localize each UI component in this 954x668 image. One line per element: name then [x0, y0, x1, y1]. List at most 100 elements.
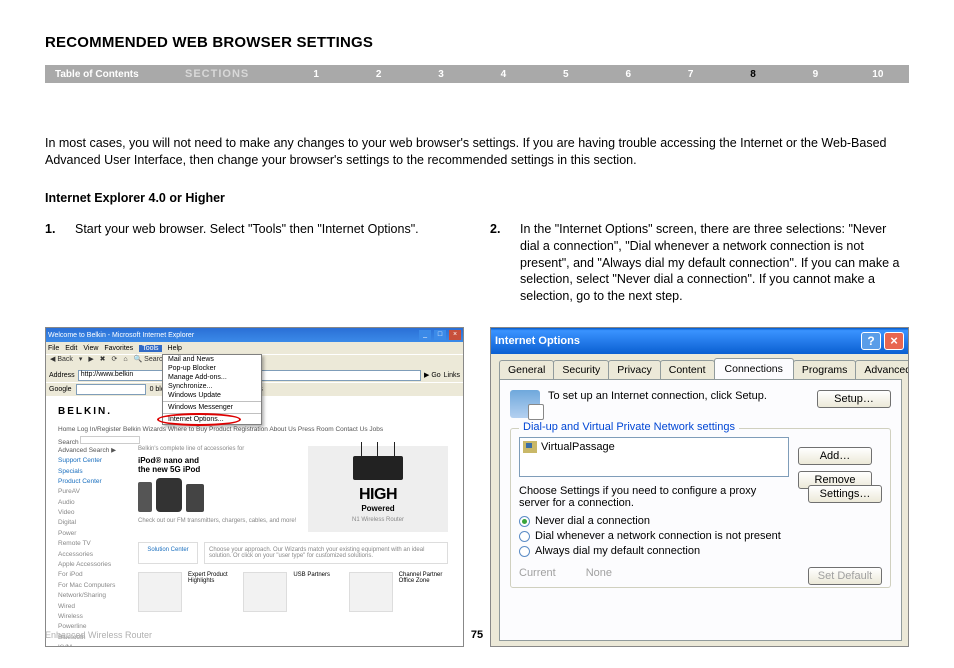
section-link-6[interactable]: 6 [597, 69, 659, 80]
close-button-icon[interactable]: × [884, 332, 904, 350]
section-link-5[interactable]: 5 [535, 69, 597, 80]
router-icon [353, 456, 403, 480]
minimize-icon[interactable]: _ [419, 330, 431, 340]
section-link-2[interactable]: 2 [347, 69, 409, 80]
sidebar-cat[interactable]: Audio [58, 498, 130, 508]
tools-item-update[interactable]: Windows Update [163, 391, 261, 400]
radio-icon [519, 546, 530, 557]
vpn-listbox[interactable]: VirtualPassage [519, 437, 789, 477]
bottom-tile[interactable] [349, 572, 393, 612]
belkin-search-input[interactable] [80, 436, 140, 444]
radio-dial-when-no-network[interactable]: Dial whenever a network connection is no… [519, 530, 882, 542]
sidebar-cat[interactable]: Apple Accessories [58, 560, 130, 570]
toc-link[interactable]: Table of Contents [45, 69, 185, 80]
google-search-input[interactable] [76, 384, 146, 395]
section-numbers: 1 2 3 4 5 6 7 8 9 10 [285, 69, 909, 80]
links-label[interactable]: Links [444, 372, 460, 379]
ie-titlebar: Welcome to Belkin - Microsoft Internet E… [46, 328, 463, 342]
menu-help[interactable]: Help [168, 345, 182, 352]
belkin-search-row: Search Advanced Search ▶ [58, 436, 140, 454]
menu-edit[interactable]: Edit [65, 345, 77, 352]
bottom-tile[interactable] [138, 572, 182, 612]
sidebar-cat[interactable]: Remote TV [58, 539, 130, 549]
sidebar-cat[interactable]: PureAV [58, 487, 130, 497]
menu-file[interactable]: File [48, 345, 59, 352]
home-button[interactable]: ⌂ [123, 356, 127, 363]
sidebar-cat[interactable]: KVM [58, 643, 130, 647]
step-1: 1. Start your web browser. Select "Tools… [45, 221, 464, 238]
setup-button[interactable]: Setup… [817, 390, 891, 408]
section-link-9[interactable]: 9 [784, 69, 846, 80]
tab-privacy[interactable]: Privacy [608, 360, 660, 379]
forward-button[interactable]: ▶ [88, 356, 93, 363]
tab-advanced[interactable]: Advanced [855, 360, 909, 379]
refresh-button[interactable]: ⟳ [111, 356, 117, 363]
tab-programs[interactable]: Programs [793, 360, 857, 379]
belkin-top-nav: Home Log In/Register Belkin Wizards Wher… [58, 426, 383, 433]
tab-general[interactable]: General [499, 360, 554, 379]
tools-item-internet-options[interactable]: Internet Options... [163, 415, 261, 424]
sidebar-cat[interactable]: Power [58, 529, 130, 539]
advanced-search-link[interactable]: Advanced Search ▶ [58, 447, 116, 454]
sidebar-product-center[interactable]: Product Center [58, 477, 130, 487]
step-2-text: In the "Internet Options" screen, there … [520, 221, 909, 305]
add-button[interactable]: Add… [798, 447, 872, 465]
bottom-tile[interactable] [243, 572, 287, 612]
belkin-webpage: BELKIN. Home Log In/Register Belkin Wiza… [46, 396, 463, 647]
step-2-num: 2. [490, 221, 506, 305]
tab-connections[interactable]: Connections [714, 358, 794, 379]
sidebar-cat[interactable]: Digital [58, 518, 130, 528]
screenshot-internet-options-dialog: Internet Options ? × General Security Pr… [490, 327, 909, 647]
solution-center-label[interactable]: Solution Center [138, 542, 198, 564]
address-label: Address [49, 372, 75, 379]
settings-button[interactable]: Settings… [808, 485, 882, 503]
close-icon[interactable]: × [449, 330, 461, 340]
window-buttons: _ □ × [418, 330, 461, 340]
dialog-title: Internet Options [495, 335, 580, 347]
ie-window-title: Welcome to Belkin - Microsoft Internet E… [48, 332, 194, 339]
help-button-icon[interactable]: ? [861, 332, 881, 350]
tools-dropdown-menu: Mail and News Pop-up Blocker Manage Add-… [162, 354, 262, 425]
menu-tools[interactable]: Tools [139, 345, 161, 352]
menu-view[interactable]: View [83, 345, 98, 352]
tools-item-messenger[interactable]: Windows Messenger [163, 403, 261, 412]
maximize-icon[interactable]: □ [434, 330, 446, 340]
sidebar-cat[interactable]: For iPod [58, 570, 130, 580]
back-button[interactable]: ◀ Back ▾ [50, 356, 82, 363]
tools-item-popup[interactable]: Pop-up Blocker [163, 364, 261, 373]
tools-item-sync[interactable]: Synchronize... [163, 382, 261, 391]
bottom-label: Channel Partner Office Zone [399, 572, 448, 612]
sidebar-cat[interactable]: For Mac Computers [58, 581, 130, 591]
sidebar-cat[interactable]: Accessories [58, 550, 130, 560]
sidebar-support[interactable]: Support Center [58, 456, 130, 466]
sidebar-cat[interactable]: Video [58, 508, 130, 518]
go-button[interactable]: ▶ Go [424, 371, 441, 379]
tab-content[interactable]: Content [660, 360, 715, 379]
radio-never-dial[interactable]: Never dial a connection [519, 515, 882, 527]
speaker-icon [156, 478, 182, 512]
stop-button[interactable]: ✖ [100, 356, 106, 363]
radio-icon [519, 531, 530, 542]
tools-item-mail[interactable]: Mail and News [163, 355, 261, 364]
bottom-label: USB Partners [293, 572, 342, 612]
section-link-8[interactable]: 8 [722, 69, 784, 80]
section-link-1[interactable]: 1 [285, 69, 347, 80]
section-link-10[interactable]: 10 [847, 69, 909, 80]
sidebar-cat[interactable]: Wired [58, 602, 130, 612]
dial-radio-group: Never dial a connection Dial whenever a … [519, 515, 882, 557]
sidebar-specials[interactable]: Specials [58, 467, 130, 477]
belkin-main-content: Belkin's complete line of accessories fo… [138, 446, 448, 612]
section-link-7[interactable]: 7 [659, 69, 721, 80]
sidebar-cat[interactable]: Network/Sharing [58, 591, 130, 601]
belkin-sidebar: Support Center Specials Product Center P… [58, 456, 130, 647]
vpn-item-virtualpassage[interactable]: VirtualPassage [522, 440, 786, 454]
menu-favorites[interactable]: Favorites [104, 345, 133, 352]
section-link-4[interactable]: 4 [472, 69, 534, 80]
tools-item-addons[interactable]: Manage Add-ons... [163, 373, 261, 382]
tab-security[interactable]: Security [553, 360, 609, 379]
sidebar-cat[interactable]: Wireless [58, 612, 130, 622]
section-link-3[interactable]: 3 [410, 69, 472, 80]
ie-menubar: File Edit View Favorites Tools Help [46, 342, 463, 354]
bottom-label: Expert Product Highlights [188, 572, 237, 612]
radio-always-dial[interactable]: Always dial my default connection [519, 545, 882, 557]
